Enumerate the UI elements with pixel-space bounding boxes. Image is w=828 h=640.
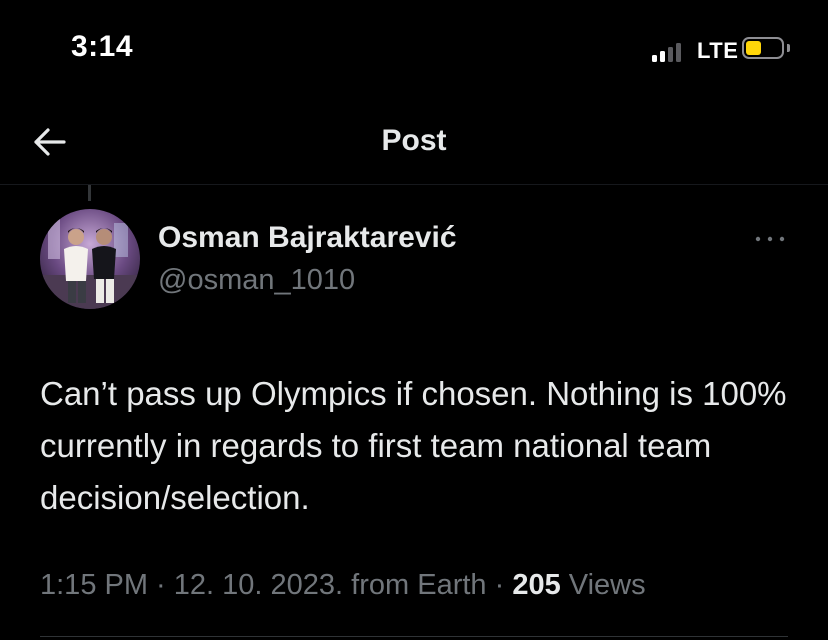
thread-connector-line — [88, 185, 91, 201]
status-bar: 3:14 LTE — [0, 0, 828, 100]
author-handle[interactable]: @osman_1010 — [158, 264, 355, 297]
views-count[interactable]: 205 — [512, 569, 560, 601]
post-metadata: 1:15 PM · 12. 10. 2023. from Earth · 205… — [40, 569, 646, 602]
battery-icon — [742, 37, 784, 59]
battery-level-fill — [746, 41, 761, 55]
battery-tip — [787, 44, 790, 52]
post-text: Can’t pass up Olympics if chosen. Nothin… — [40, 375, 787, 516]
post-source: from Earth — [351, 569, 487, 601]
meta-separator: · — [148, 569, 174, 601]
author-avatar[interactable] — [40, 209, 140, 309]
meta-separator: · — [486, 569, 513, 601]
author-name[interactable]: Osman Bajraktarević — [158, 221, 457, 255]
views-label: Views — [568, 569, 646, 601]
page-title: Post — [381, 124, 447, 157]
status-time: 3:14 — [71, 30, 134, 63]
post-date[interactable]: 12. 10. 2023. — [174, 569, 343, 601]
network-type-label: LTE — [697, 38, 739, 63]
more-horizontal-icon[interactable] — [752, 228, 788, 250]
top-navigation-bar: Post — [0, 100, 828, 184]
post-divider — [40, 636, 788, 637]
post-time[interactable]: 1:15 PM — [40, 569, 148, 601]
header-divider — [0, 184, 828, 185]
cellular-signal-icon — [652, 40, 692, 62]
